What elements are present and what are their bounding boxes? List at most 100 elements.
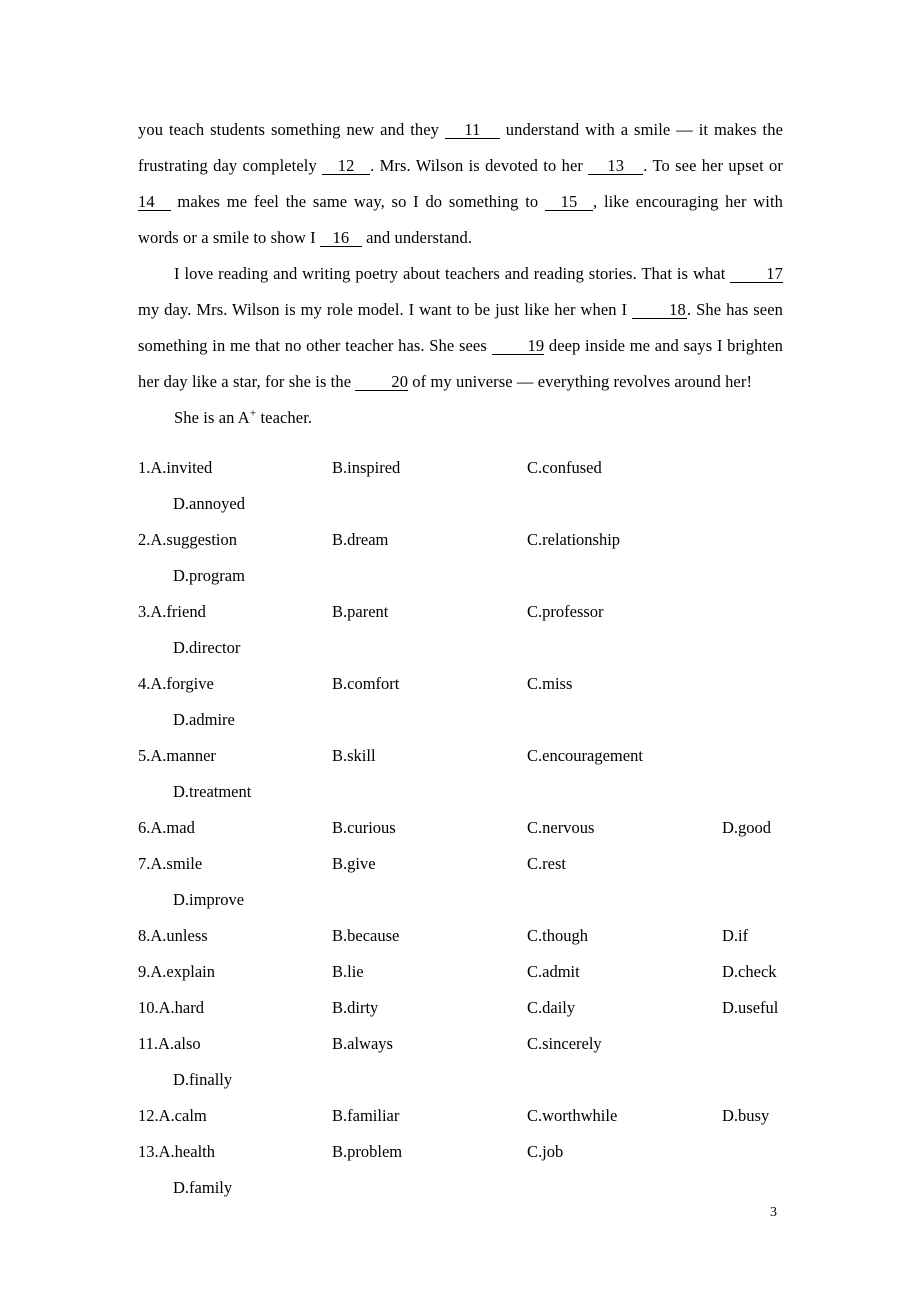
question-row: 13.A.health B.problem C.job [138, 1134, 783, 1170]
option-b-q11[interactable]: B.always [332, 1026, 393, 1062]
cloze-blank-17[interactable]: 17 [730, 265, 783, 284]
question-row: 12.A.calm B.familiar C.worthwhile D.busy [138, 1098, 783, 1134]
option-d-q9[interactable]: D.check [722, 954, 777, 990]
option-d-q3[interactable]: D.director [173, 630, 240, 666]
option-c-q7[interactable]: C.rest [527, 846, 566, 882]
passage-text: of my universe — everything revolves aro… [408, 372, 753, 391]
option-b-q6[interactable]: B.curious [332, 810, 396, 846]
question-row-continued: D.finally [138, 1062, 783, 1098]
option-d-q13[interactable]: D.family [173, 1170, 232, 1206]
question-row-continued: D.director [138, 630, 783, 666]
option-d-q1[interactable]: D.annoyed [173, 486, 245, 522]
question-row: 11.A.also B.always C.sincerely [138, 1026, 783, 1062]
cloze-blank-20[interactable]: 20 [355, 373, 409, 392]
passage-text: teacher. [256, 408, 313, 427]
option-c-q2[interactable]: C.relationship [527, 522, 620, 558]
question-row: 3.A.friend B.parent C.professor [138, 594, 783, 630]
option-c-q13[interactable]: C.job [527, 1134, 563, 1170]
option-c-q8[interactable]: C.though [527, 918, 588, 954]
option-c-q3[interactable]: C.professor [527, 594, 604, 630]
option-a-q10[interactable]: 10.A.hard [138, 990, 204, 1026]
option-d-q2[interactable]: D.program [173, 558, 245, 594]
option-a-q2[interactable]: 2.A.suggestion [138, 522, 237, 558]
option-c-q6[interactable]: C.nervous [527, 810, 594, 846]
option-d-q5[interactable]: D.treatment [173, 774, 251, 810]
option-a-q8[interactable]: 8.A.unless [138, 918, 208, 954]
option-a-q3[interactable]: 3.A.friend [138, 594, 206, 630]
cloze-blank-19[interactable]: 19 [491, 337, 545, 356]
cloze-blank-14[interactable]: 14 [138, 193, 171, 212]
option-b-q5[interactable]: B.skill [332, 738, 376, 774]
question-row-continued: D.admire [138, 702, 783, 738]
option-d-q7[interactable]: D.improve [173, 882, 244, 918]
passage-text: makes me feel the same way, so I do some… [170, 192, 545, 211]
option-b-q4[interactable]: B.comfort [332, 666, 399, 702]
cloze-blank-13[interactable]: 13 [588, 157, 644, 176]
option-b-q2[interactable]: B.dream [332, 522, 388, 558]
option-d-q12[interactable]: D.busy [722, 1098, 769, 1134]
question-row-continued: D.annoyed [138, 486, 783, 522]
option-b-q13[interactable]: B.problem [332, 1134, 402, 1170]
option-b-q10[interactable]: B.dirty [332, 990, 378, 1026]
question-row: 6.A.mad B.curious C.nervous D.good [138, 810, 783, 846]
option-c-q10[interactable]: C.daily [527, 990, 575, 1026]
option-d-q11[interactable]: D.finally [173, 1062, 232, 1098]
passage-text: . Mrs. Wilson is devoted to her [370, 156, 589, 175]
passage-text: my day. Mrs. Wilson is my role model. I … [138, 300, 633, 319]
option-b-q7[interactable]: B.give [332, 846, 376, 882]
question-row: 1.A.invited B.inspired C.confused [138, 450, 783, 486]
option-b-q9[interactable]: B.lie [332, 954, 364, 990]
option-c-q1[interactable]: C.confused [527, 450, 602, 486]
passage-paragraph: you teach students something new and the… [138, 112, 783, 256]
passage-text: you teach students something new and the… [138, 120, 445, 139]
passage-paragraph: I love reading and writing poetry about … [138, 256, 783, 400]
passage-paragraph: She is an A+ teacher. [138, 400, 783, 436]
question-row: 9.A.explain B.lie C.admit D.check [138, 954, 783, 990]
question-row: 4.A.forgive B.comfort C.miss [138, 666, 783, 702]
passage-text: I love reading and writing poetry about … [174, 264, 731, 283]
option-a-q5[interactable]: 5.A.manner [138, 738, 216, 774]
page-number: 3 [770, 1205, 777, 1220]
question-row-continued: D.family [138, 1170, 783, 1206]
question-row: 8.A.unless B.because C.though D.if [138, 918, 783, 954]
option-b-q12[interactable]: B.familiar [332, 1098, 399, 1134]
document-page: you teach students something new and the… [0, 0, 920, 1302]
option-c-q5[interactable]: C.encouragement [527, 738, 643, 774]
question-row-continued: D.treatment [138, 774, 783, 810]
option-d-q6[interactable]: D.good [722, 810, 771, 846]
page-content: you teach students something new and the… [138, 112, 783, 1206]
cloze-blank-18[interactable]: 18 [632, 301, 688, 320]
option-c-q12[interactable]: C.worthwhile [527, 1098, 617, 1134]
cloze-blank-11[interactable]: 11 [444, 121, 500, 140]
option-c-q11[interactable]: C.sincerely [527, 1026, 602, 1062]
option-a-q4[interactable]: 4.A.forgive [138, 666, 214, 702]
question-row: 10.A.hard B.dirty C.daily D.useful [138, 990, 783, 1026]
option-b-q1[interactable]: B.inspired [332, 450, 400, 486]
option-a-q7[interactable]: 7.A.smile [138, 846, 202, 882]
option-a-q6[interactable]: 6.A.mad [138, 810, 195, 846]
options-list: 1.A.invited B.inspired C.confused D.annoyed… [138, 450, 783, 1206]
question-row: 2.A.suggestion B.dream C.relationship [138, 522, 783, 558]
option-a-q12[interactable]: 12.A.calm [138, 1098, 207, 1134]
option-b-q3[interactable]: B.parent [332, 594, 388, 630]
question-row-continued: D.improve [138, 882, 783, 918]
option-d-q10[interactable]: D.useful [722, 990, 778, 1026]
passage-text: and understand. [361, 228, 473, 247]
question-row: 7.A.smile B.give C.rest [138, 846, 783, 882]
option-c-q4[interactable]: C.miss [527, 666, 572, 702]
passage-body: you teach students something new and the… [138, 112, 783, 436]
option-d-q4[interactable]: D.admire [173, 702, 235, 738]
option-c-q9[interactable]: C.admit [527, 954, 580, 990]
cloze-blank-16[interactable]: 16 [319, 229, 362, 248]
passage-text: . To see her upset or [643, 156, 783, 175]
option-b-q8[interactable]: B.because [332, 918, 399, 954]
option-a-q1[interactable]: 1.A.invited [138, 450, 212, 486]
cloze-blank-12[interactable]: 12 [322, 157, 371, 176]
question-row: 5.A.manner B.skill C.encouragement [138, 738, 783, 774]
cloze-blank-15[interactable]: 15 [545, 193, 593, 212]
option-a-q11[interactable]: 11.A.also [138, 1026, 201, 1062]
passage-text: She is an A [174, 408, 250, 427]
option-d-q8[interactable]: D.if [722, 918, 748, 954]
option-a-q13[interactable]: 13.A.health [138, 1134, 215, 1170]
option-a-q9[interactable]: 9.A.explain [138, 954, 215, 990]
